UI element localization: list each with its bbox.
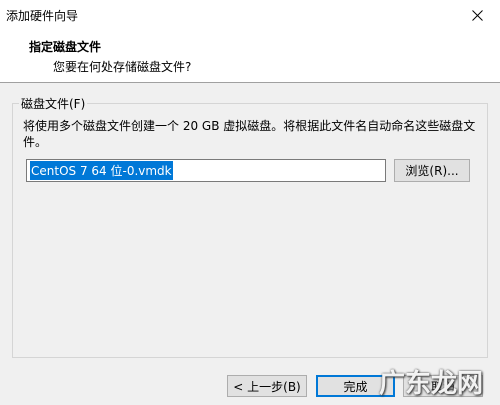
window-title: 添加硬件向导 — [6, 9, 79, 23]
disk-file-group-label: 磁盘文件(F) — [19, 95, 88, 112]
watermark: 广东龙网 — [362, 357, 500, 405]
page-title: 指定磁盘文件 — [29, 40, 102, 54]
disk-file-name-value: CentOS 7 64 位-0.vmdk — [30, 161, 173, 180]
back-button[interactable]: < 上一步(B) — [227, 375, 307, 397]
close-icon — [471, 9, 483, 21]
browse-button[interactable]: 浏览(R)... — [394, 159, 470, 182]
wizard-header: 指定磁盘文件 您要在何处存储磁盘文件? — [0, 30, 500, 83]
disk-file-name-input[interactable]: CentOS 7 64 位-0.vmdk — [26, 159, 386, 182]
close-button[interactable] — [454, 0, 500, 30]
disk-file-description: 将使用多个磁盘文件创建一个 20 GB 虚拟磁盘。将根据此文件名自动命名这些磁盘… — [23, 119, 476, 149]
title-bar: 添加硬件向导 — [0, 0, 500, 30]
page-subtitle: 您要在何处存储磁盘文件? — [53, 60, 192, 74]
disk-file-groupbox: 磁盘文件(F) 将使用多个磁盘文件创建一个 20 GB 虚拟磁盘。将根据此文件名… — [12, 95, 488, 358]
watermark-text: 广东龙网 — [378, 368, 483, 399]
